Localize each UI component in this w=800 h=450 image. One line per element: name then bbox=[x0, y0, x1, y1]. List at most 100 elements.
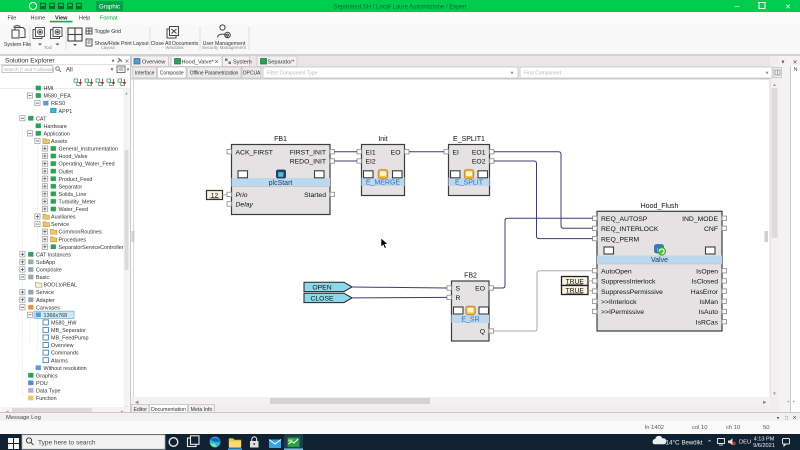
svg-text:Prio: Prio bbox=[236, 192, 248, 199]
svg-text:E_SR: E_SR bbox=[461, 317, 479, 324]
svg-text:Data Type: Data Type bbox=[36, 389, 60, 395]
svg-text:SubApp: SubApp bbox=[36, 260, 55, 266]
svg-text:◀: ◀ bbox=[135, 400, 139, 405]
svg-text:Security Management: Security Management bbox=[202, 45, 247, 50]
svg-text:Bewölkt: Bewölkt bbox=[682, 441, 703, 447]
svg-text:col 10: col 10 bbox=[692, 425, 707, 431]
svg-text:plcStart: plcStart bbox=[269, 180, 293, 187]
svg-text:MB_FeedPump: MB_FeedPump bbox=[51, 336, 88, 342]
svg-text:E_SPLIT: E_SPLIT bbox=[455, 179, 484, 186]
svg-text:Windows: Windows bbox=[165, 45, 184, 50]
svg-text:FB1: FB1 bbox=[274, 136, 287, 143]
svg-text:Overview: Overview bbox=[142, 60, 166, 66]
svg-text:✕: ✕ bbox=[785, 4, 791, 11]
svg-text:Type here to search: Type here to search bbox=[38, 440, 96, 447]
svg-text:Service: Service bbox=[36, 290, 54, 296]
svg-text:1366x768: 1366x768 bbox=[44, 313, 68, 319]
svg-text:Init: Init bbox=[378, 136, 387, 143]
svg-text:50: 50 bbox=[763, 425, 769, 431]
svg-text:Auxiliaries: Auxiliaries bbox=[51, 215, 76, 221]
svg-text:Format: Format bbox=[100, 16, 118, 22]
svg-text:System File: System File bbox=[4, 42, 31, 48]
svg-text:Tool: Tool bbox=[44, 45, 52, 50]
svg-text:>>IPermissive: >>IPermissive bbox=[601, 309, 644, 316]
svg-text:BOOLtoREAL: BOOLtoREAL bbox=[44, 283, 78, 289]
svg-text:Alarms: Alarms bbox=[51, 358, 68, 364]
svg-text:ACK_FIRST: ACK_FIRST bbox=[236, 149, 273, 156]
svg-text:CAT: CAT bbox=[36, 116, 47, 122]
svg-text:▶: ▶ bbox=[763, 400, 767, 405]
svg-text:Layout: Layout bbox=[101, 45, 115, 50]
svg-text:Water_Feed: Water_Feed bbox=[59, 207, 88, 213]
svg-text:Service: Service bbox=[51, 222, 69, 228]
svg-text:CommonRoutines: CommonRoutines bbox=[59, 230, 102, 236]
svg-text:Assets: Assets bbox=[51, 139, 67, 145]
svg-text:Started: Started bbox=[304, 192, 326, 199]
svg-text:All: All bbox=[66, 67, 73, 73]
svg-text:▾: ▾ bbox=[112, 59, 115, 65]
svg-text:Delay: Delay bbox=[236, 202, 254, 209]
svg-text:▸: ▸ bbox=[793, 399, 795, 404]
svg-text:IND_MODE: IND_MODE bbox=[682, 216, 718, 223]
svg-text:RES0: RES0 bbox=[51, 101, 65, 107]
svg-text:Separated.SH / Local-Laure Aut: Separated.SH / Local-Laure Automazione /… bbox=[333, 4, 466, 10]
svg-text:E_SPLIT1: E_SPLIT1 bbox=[453, 136, 485, 143]
svg-text:CNF: CNF bbox=[704, 226, 718, 233]
svg-text:–: – bbox=[735, 2, 740, 11]
svg-text:R: R bbox=[456, 295, 461, 302]
svg-text:Procedures: Procedures bbox=[59, 237, 87, 243]
svg-text:Solution Explorer: Solution Explorer bbox=[5, 58, 55, 65]
svg-text:▲: ▲ bbox=[125, 91, 129, 96]
svg-text:ch 10: ch 10 bbox=[726, 425, 740, 431]
svg-text:▼: ▼ bbox=[781, 60, 786, 66]
svg-text:EO: EO bbox=[475, 286, 485, 293]
svg-text:Filter Component Type: Filter Component Type bbox=[267, 70, 318, 76]
svg-text:REQ_AUTOSP: REQ_AUTOSP bbox=[601, 216, 648, 223]
svg-text:Product_Feed: Product_Feed bbox=[59, 177, 93, 183]
svg-text:IsMan: IsMan bbox=[699, 299, 718, 306]
svg-text:IsClosed: IsClosed bbox=[692, 279, 719, 286]
svg-text:AutoOpen: AutoOpen bbox=[601, 268, 632, 275]
svg-text:CLOSE: CLOSE bbox=[310, 295, 334, 302]
svg-text:Hood_Valve*: Hood_Valve* bbox=[182, 60, 215, 66]
svg-text:Composite: Composite bbox=[160, 70, 184, 76]
svg-text:Editor: Editor bbox=[133, 407, 147, 413]
svg-text:REDO_INIT: REDO_INIT bbox=[290, 159, 326, 166]
svg-text:FIRST_INIT: FIRST_INIT bbox=[290, 149, 326, 156]
svg-text:Outlet: Outlet bbox=[59, 169, 74, 175]
svg-text:Turbidity_Meter: Turbidity_Meter bbox=[59, 200, 96, 206]
svg-text:CAT Instances: CAT Instances bbox=[36, 252, 71, 258]
svg-text:Find Component: Find Component bbox=[524, 70, 562, 76]
svg-text:Function: Function bbox=[36, 396, 57, 402]
svg-text:HMI: HMI bbox=[44, 86, 54, 92]
svg-text:IsAuto: IsAuto bbox=[699, 309, 718, 316]
svg-text:Toggle Grid: Toggle Grid bbox=[95, 29, 122, 35]
svg-text:Without resolution: Without resolution bbox=[44, 366, 87, 372]
svg-text:Commands: Commands bbox=[51, 351, 79, 357]
svg-text:▾: ▾ bbox=[111, 67, 114, 73]
svg-text:N: N bbox=[794, 67, 798, 73]
svg-text:M580_PEA: M580_PEA bbox=[44, 94, 72, 100]
svg-text:OPCUA: OPCUA bbox=[243, 70, 261, 76]
svg-text:Overview: Overview bbox=[51, 343, 74, 349]
svg-text:DEU: DEU bbox=[739, 440, 751, 446]
svg-text:General_Instrumentation: General_Instrumentation bbox=[59, 147, 118, 153]
svg-text:EI: EI bbox=[453, 149, 460, 156]
svg-text:S: S bbox=[456, 286, 461, 293]
svg-text:FB2: FB2 bbox=[464, 273, 477, 280]
svg-text:OPEN: OPEN bbox=[312, 284, 331, 291]
svg-text:SuppressPermissive: SuppressPermissive bbox=[601, 289, 663, 296]
svg-text:✕: ✕ bbox=[792, 416, 797, 422]
svg-text:Meta Info: Meta Info bbox=[191, 407, 213, 413]
svg-text:REQ_PERM: REQ_PERM bbox=[601, 236, 639, 243]
svg-text:Documentation: Documentation bbox=[151, 407, 186, 413]
svg-text:Valve: Valve bbox=[651, 257, 668, 264]
svg-text:M580_HW: M580_HW bbox=[51, 320, 77, 326]
svg-text:Canvases: Canvases bbox=[36, 305, 60, 311]
svg-text:✕: ✕ bbox=[214, 60, 219, 66]
svg-text:Offline Parametrization: Offline Parametrization bbox=[190, 70, 239, 76]
svg-text:Search (* and ? allowed): Search (* and ? allowed) bbox=[4, 67, 55, 72]
svg-text:SeparatorServiceController: SeparatorServiceController bbox=[59, 245, 124, 251]
svg-text:Help: Help bbox=[79, 16, 90, 22]
svg-text:System: System bbox=[233, 60, 252, 66]
